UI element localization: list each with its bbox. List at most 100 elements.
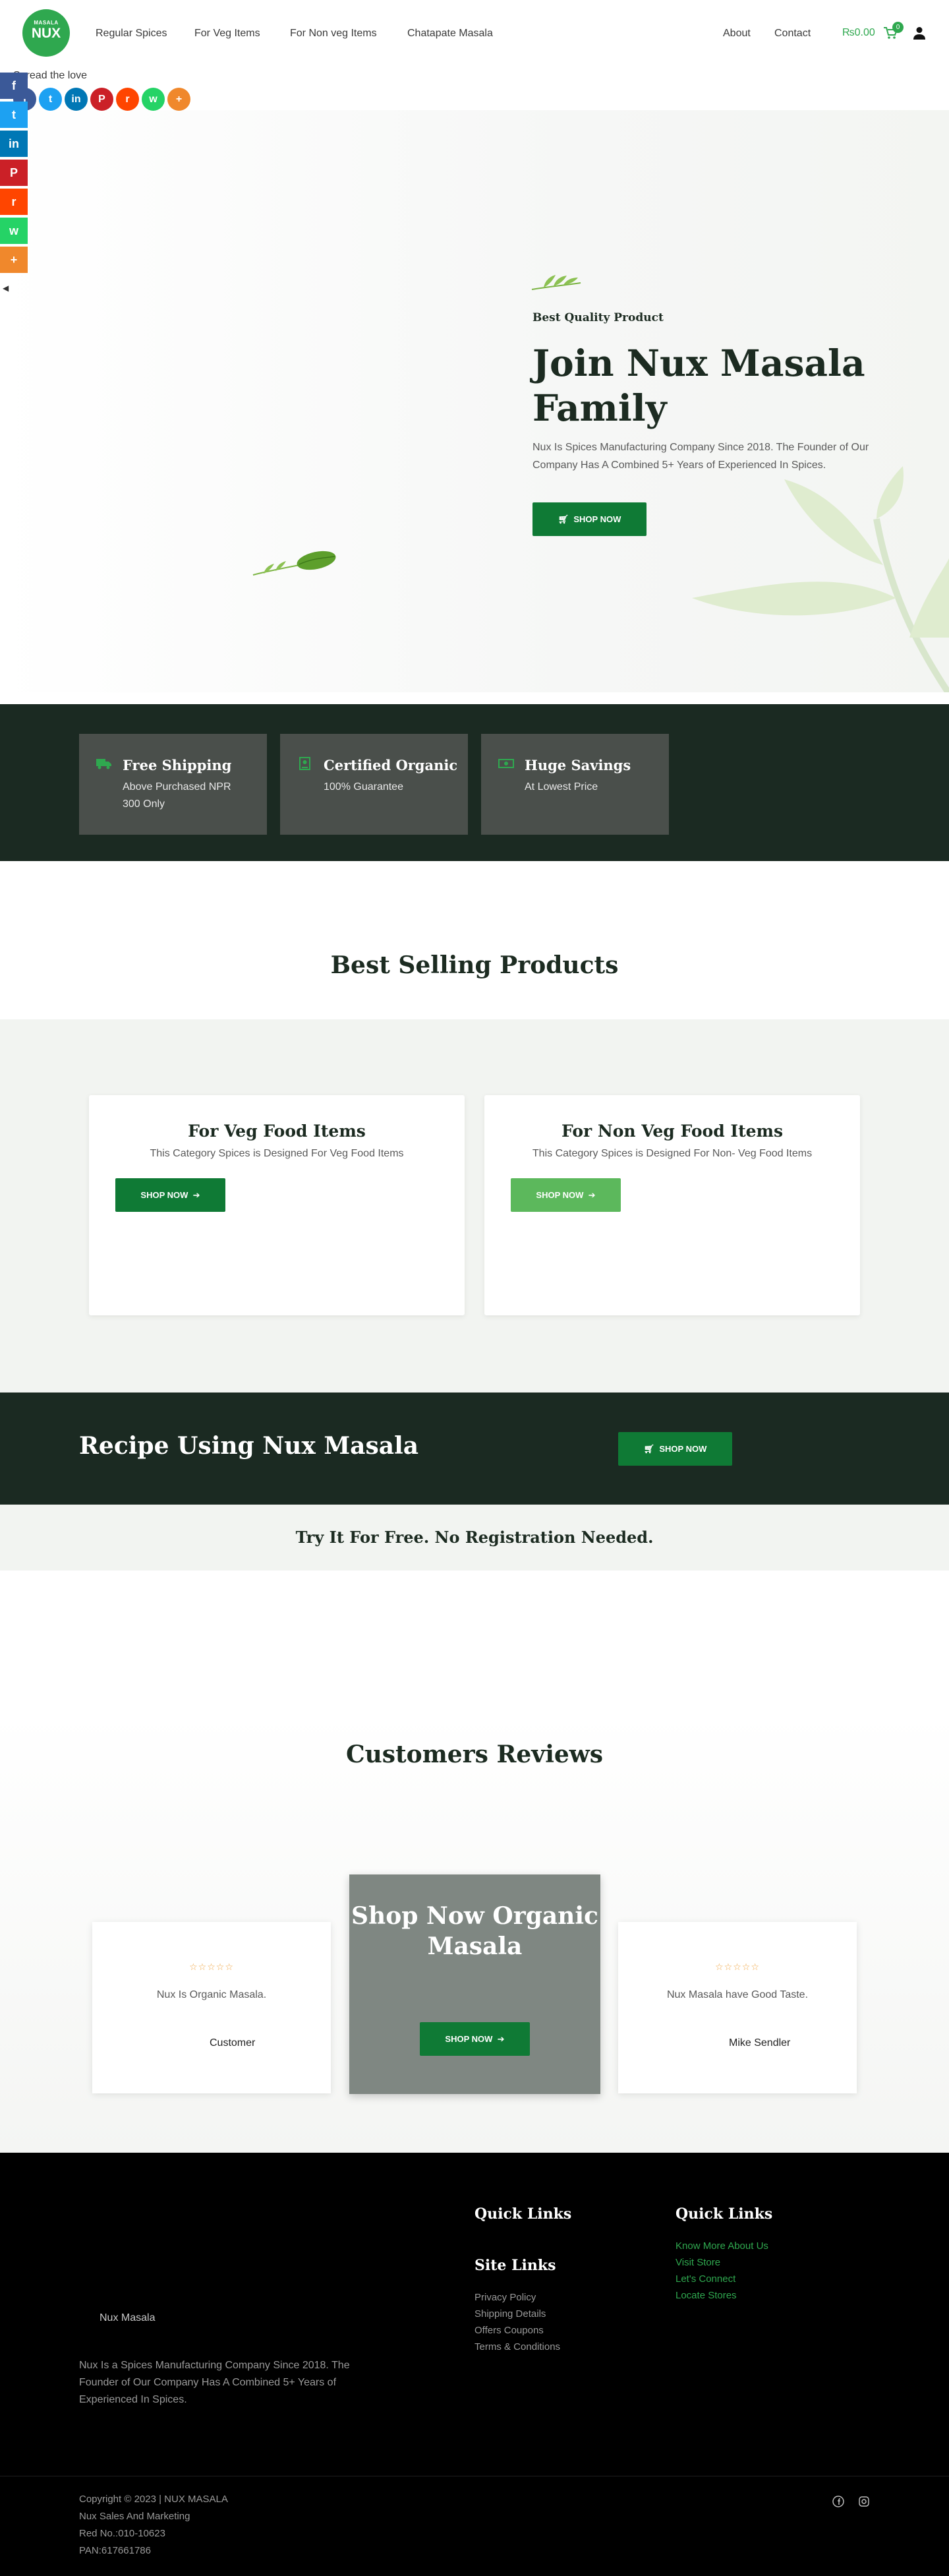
footer-link-privacy[interactable]: Privacy Policy [474,2292,536,2303]
footer-link-about-us[interactable]: Know More About Us [676,2240,768,2252]
promo-card: Shop Now Organic Masala SHOP NOW ➔ [349,1874,600,2094]
recipe-banner: Recipe Using Nux Masala 🛒︎ SHOP NOW [0,1393,949,1513]
linkedin-icon[interactable]: in [0,131,28,157]
whatsapp-icon[interactable]: w [142,88,165,111]
review-author: Mike Sendler [729,2037,791,2049]
twitter-icon[interactable]: t [0,102,28,128]
button-label: SHOP NOW [659,1444,707,1454]
whatsapp-icon[interactable]: w [0,218,28,244]
nav-contact[interactable]: Contact [774,28,811,40]
footer-link-shipping[interactable]: Shipping Details [474,2308,546,2320]
footer-link-visit-store[interactable]: Visit Store [676,2257,720,2268]
button-label: SHOP NOW [536,1190,584,1200]
footer-site-links-title: Site Links [474,2257,556,2274]
reddit-icon[interactable]: r [116,88,139,111]
footer-link-offers[interactable]: Offers Coupons [474,2325,544,2336]
card-title: For Non Veg Food Items [561,1122,784,1141]
recipe-title: Recipe Using Nux Masala [79,1432,419,1460]
features-section: Free Shipping Above Purchased NPR 300 On… [0,704,949,861]
reviews-title: Customers Reviews [345,1741,604,1768]
footer-copyright: Copyright © 2023 | NUX MASALA [79,2494,228,2505]
feature-title: Certified Organic [324,757,458,773]
feature-title: Huge Savings [525,757,631,773]
hero-title: Join Nux Masala Family [532,342,865,429]
hero-description: Nux Is Spices Manufacturing Company Sinc… [532,442,869,471]
try-free-tagline: Try It For Free. No Registration Needed. [0,1505,949,1571]
facebook-icon[interactable] [832,2496,844,2507]
review-card: ☆☆☆☆☆ Nux Is Organic Masala. Customer [92,1922,331,2093]
veg-shop-now-button[interactable]: SHOP NOW ➔ [115,1178,225,1212]
footer-link-terms[interactable]: Terms & Conditions [474,2341,560,2352]
review-text: Nux Is Organic Masala. [156,1989,267,2000]
feature-desc: At Lowest Price [525,781,598,793]
footer-pan: PAN:617661786 [79,2545,151,2556]
twitter-icon[interactable]: t [39,88,62,111]
certificate-icon [297,757,313,770]
review-text: Nux Masala have Good Taste. [666,1989,809,2000]
review-author: Customer [210,2037,256,2049]
reddit-icon[interactable]: r [0,189,28,215]
footer-quick-links-2-title: Quick Links [676,2205,773,2223]
recipe-shop-now-button[interactable]: 🛒︎ SHOP NOW [618,1432,732,1466]
card-title: For Veg Food Items [188,1122,366,1141]
hero-button-label: SHOP NOW [573,514,621,524]
best-selling-title: Best Selling Products [330,951,619,979]
large-leaf-branch-icon [692,466,949,692]
non-veg-shop-now-button[interactable]: SHOP NOW ➔ [511,1178,621,1212]
nav-regular-spices[interactable]: Regular Spices [96,28,167,40]
footer-link-locate-stores[interactable]: Locate Stores [676,2290,737,2301]
more-icon[interactable]: + [167,88,190,111]
site-footer: Nux Masala Nux Is a Spices Manufacturing… [0,2153,949,2576]
footer-reg: Red No.:010-10623 [79,2528,165,2539]
footer-link-connect[interactable]: Let's Connect [676,2273,735,2285]
instagram-icon[interactable] [858,2496,870,2507]
pinterest-icon[interactable]: P [0,160,28,186]
nav-veg-items[interactable]: For Veg Items [194,28,260,40]
cart-total[interactable]: ₨0.00 [842,27,875,39]
feature-title: Free Shipping [123,757,232,773]
more-icon[interactable]: + [0,247,28,273]
linkedin-icon[interactable]: in [65,88,88,111]
leaf-decoration-left-icon [252,551,336,576]
arrow-right-icon: ➔ [588,1190,596,1200]
logo-small-text: MASALA [34,20,59,26]
review-card: ☆☆☆☆☆ Nux Masala have Good Taste. Mike S… [618,1922,857,2093]
card-desc: This Category Spices is Designed For Non… [532,1148,813,1159]
footer-about: Nux Is a Spices Manufacturing Company Si… [79,2360,350,2405]
hero-shop-now-button[interactable]: 🛒︎ SHOP NOW [532,502,647,536]
truck-icon [96,757,112,770]
cart-icon: 🛒︎ [558,514,569,524]
button-label: SHOP NOW [445,2034,493,2044]
collapse-share-icon[interactable]: ◀ [3,284,9,293]
promo-title: Shop Now Organic Masala [351,1902,598,1960]
non-veg-category-card: For Non Veg Food Items This Category Spi… [484,1095,860,1315]
arrow-right-icon: ➔ [192,1190,200,1200]
hero-subtitle: Best Quality Product [532,311,664,324]
footer-brand: Nux Masala [100,2312,156,2323]
nav-non-veg-items[interactable]: For Non veg Items [290,28,377,40]
facebook-icon[interactable]: f [0,73,28,99]
user-account-icon[interactable] [913,26,925,40]
footer-quick-links-title: Quick Links [474,2205,572,2223]
feature-huge-savings: Huge Savings At Lowest Price [481,734,669,835]
feature-free-shipping: Free Shipping Above Purchased NPR 300 On… [79,734,267,835]
promo-shop-now-button[interactable]: SHOP NOW ➔ [420,2022,530,2056]
veg-category-card: For Veg Food Items This Category Spices … [89,1095,465,1315]
card-desc: This Category Spices is Designed For Veg… [150,1148,404,1159]
feature-desc: 100% Guarantee [324,781,403,793]
nav-about[interactable]: About [723,28,751,40]
cart-icon: 🛒︎ [643,1444,655,1454]
money-icon [498,757,514,770]
feature-desc: Above Purchased NPR 300 Only [123,781,231,810]
hero-section: Best Quality Product Join Nux Masala Fam… [0,110,949,692]
feature-certified-organic: Certified Organic 100% Guarantee [280,734,468,835]
logo-big-text: NUX [31,26,61,41]
cart-count-badge: 0 [892,22,904,33]
arrow-right-icon: ➔ [497,2034,505,2044]
site-logo[interactable]: MASALA NUX [22,9,70,57]
product-categories-section: For Veg Food Items This Category Spices … [0,1019,949,1393]
nav-chatapate-masala[interactable]: Chatapate Masala [407,28,493,40]
leaf-decoration-icon [531,275,581,290]
rating-stars: ☆☆☆☆☆ [189,1962,234,1972]
pinterest-icon[interactable]: P [90,88,113,111]
